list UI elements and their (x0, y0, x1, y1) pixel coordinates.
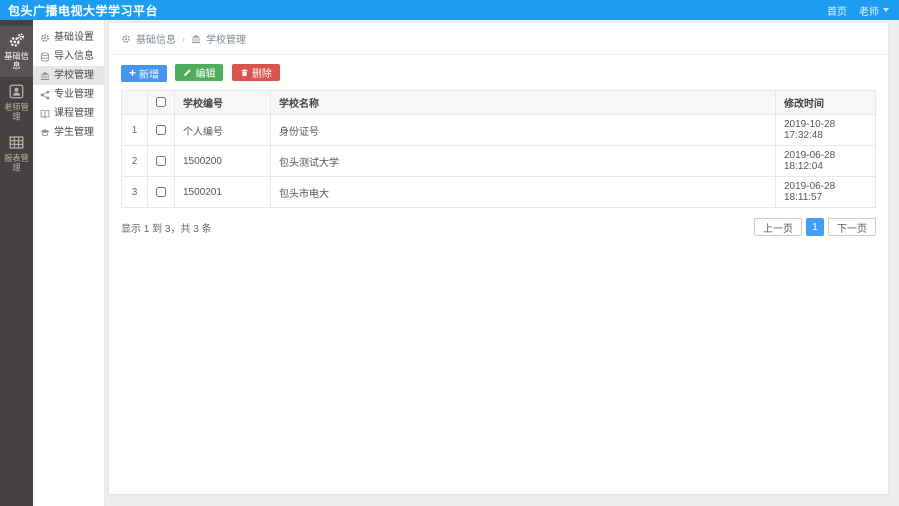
submenu-item-student-mgmt[interactable]: 学生管理 (33, 123, 104, 142)
row-number-header (121, 90, 148, 115)
pagination: 上一页 1 下一页 (754, 218, 876, 236)
sidebar-item-basic-info[interactable]: 基础信息 (0, 26, 33, 77)
row-checkbox[interactable] (156, 124, 166, 135)
delete-button[interactable]: 删除 (231, 64, 280, 81)
modified-time-cell: 2019-06-28 18:11:57 (775, 176, 876, 208)
submenu-item-major-mgmt[interactable]: 专业管理 (33, 85, 104, 104)
school-code-cell: 个人编号 (174, 114, 271, 146)
submenu-item-label: 学校管理 (54, 70, 94, 81)
submenu-item-course-mgmt[interactable]: 课程管理 (33, 104, 104, 123)
school-name-cell: 身份证号 (270, 114, 776, 146)
edit-button-label: 编辑 (195, 69, 216, 80)
select-all-header (147, 90, 175, 115)
trash-icon (240, 68, 249, 77)
add-button[interactable]: + 新增 (121, 65, 168, 82)
nav-home-link[interactable]: 首页 (827, 3, 847, 18)
cogs-icon (121, 34, 131, 44)
record-summary: 显示 1 到 3，共 3 条 (121, 223, 212, 235)
row-checkbox[interactable] (156, 155, 166, 166)
card-body: + 新增 编辑 删除 学校编号 学校名称 修改时间 1 个人编号 身份证号 20… (109, 55, 888, 245)
delete-button-label: 删除 (251, 69, 272, 80)
sidebar-item-label: 报表管理 (4, 153, 29, 173)
cogs-icon (9, 33, 24, 48)
breadcrumb: 基础信息 › 学校管理 (121, 31, 876, 46)
modified-time-cell: 2019-06-28 18:12:04 (775, 145, 876, 177)
submenu-item-label: 导入信息 (54, 51, 94, 62)
row-select-cell (147, 114, 175, 146)
primary-sidebar: 基础信息 老师管理 报表管理 (0, 20, 33, 506)
table-footer: 显示 1 到 3，共 3 条 上一页 1 下一页 (121, 218, 876, 236)
gear-icon (40, 33, 50, 43)
app-title: 包头广播电视大学学习平台 (8, 3, 159, 18)
main-content: 基础信息 › 学校管理 + 新增 编辑 删除 学校编号 学校名称 修改时间 1 … (105, 20, 899, 506)
chevron-down-icon (883, 8, 889, 12)
sidebar-item-label: 老师管理 (4, 102, 29, 122)
table-row[interactable]: 2 1500200 包头测试大学 2019-06-28 18:12:04 (121, 145, 876, 177)
page-number-active[interactable]: 1 (806, 218, 824, 236)
row-number-cell: 1 (121, 114, 148, 146)
graduation-cap-icon (40, 128, 50, 138)
table-row[interactable]: 1 个人编号 身份证号 2019-10-28 17:32:48 (121, 114, 876, 146)
row-number-cell: 2 (121, 145, 148, 177)
id-badge-icon (9, 84, 24, 99)
column-header-name: 学校名称 (270, 90, 776, 115)
row-select-cell (147, 176, 175, 208)
sidebar-item-report-mgmt[interactable]: 报表管理 (0, 128, 33, 179)
plus-icon: + (129, 66, 137, 80)
content-card: 基础信息 › 学校管理 + 新增 编辑 删除 学校编号 学校名称 修改时间 1 … (108, 22, 889, 495)
row-select-cell (147, 145, 175, 177)
breadcrumb-bar: 基础信息 › 学校管理 (109, 23, 888, 55)
school-name-cell: 包头市电大 (270, 176, 776, 208)
user-name: 老师 (859, 6, 879, 18)
school-name-cell: 包头测试大学 (270, 145, 776, 177)
school-code-cell: 1500200 (174, 145, 271, 177)
toolbar: + 新增 编辑 删除 (121, 64, 876, 82)
breadcrumb-separator: › (182, 33, 185, 44)
submenu-item-label: 专业管理 (54, 89, 94, 100)
schools-table: 学校编号 学校名称 修改时间 1 个人编号 身份证号 2019-10-28 17… (121, 90, 876, 208)
add-button-label: 新增 (139, 70, 160, 81)
modified-time-cell: 2019-10-28 17:32:48 (775, 114, 876, 146)
submenu-item-label: 课程管理 (54, 108, 94, 119)
prev-page-button[interactable]: 上一页 (754, 218, 802, 236)
book-icon (40, 109, 50, 119)
share-icon (40, 90, 50, 100)
sidebar-item-label: 基础信息 (4, 51, 29, 71)
column-header-time: 修改时间 (775, 90, 876, 115)
submenu-item-label: 学生管理 (54, 127, 94, 138)
top-header: 包头广播电视大学学习平台 首页 老师 (0, 0, 899, 20)
database-icon (40, 52, 50, 62)
school-code-cell: 1500201 (174, 176, 271, 208)
pencil-icon (183, 68, 192, 77)
row-checkbox[interactable] (156, 186, 166, 197)
select-all-checkbox[interactable] (156, 97, 166, 108)
next-page-button[interactable]: 下一页 (828, 218, 876, 236)
submenu-item-import-info[interactable]: 导入信息 (33, 47, 104, 66)
sidebar-item-teacher-mgmt[interactable]: 老师管理 (0, 77, 33, 128)
table-row[interactable]: 3 1500201 包头市电大 2019-06-28 18:11:57 (121, 176, 876, 208)
table-header-row: 学校编号 学校名称 修改时间 (121, 90, 876, 115)
school-icon (40, 71, 50, 81)
breadcrumb-current: 学校管理 (206, 35, 246, 46)
secondary-sidebar: 基础设置 导入信息 学校管理 专业管理 课程管理 学生管理 (33, 20, 105, 506)
breadcrumb-parent[interactable]: 基础信息 (136, 31, 176, 46)
school-icon (191, 34, 201, 44)
submenu-item-label: 基础设置 (54, 32, 94, 43)
column-header-code: 学校编号 (174, 90, 271, 115)
report-icon (9, 135, 24, 150)
row-number-cell: 3 (121, 176, 148, 208)
submenu-item-basic-settings[interactable]: 基础设置 (33, 28, 104, 47)
submenu-item-school-mgmt[interactable]: 学校管理 (33, 66, 104, 85)
user-dropdown[interactable]: 老师 (859, 3, 889, 18)
edit-button[interactable]: 编辑 (175, 64, 224, 81)
